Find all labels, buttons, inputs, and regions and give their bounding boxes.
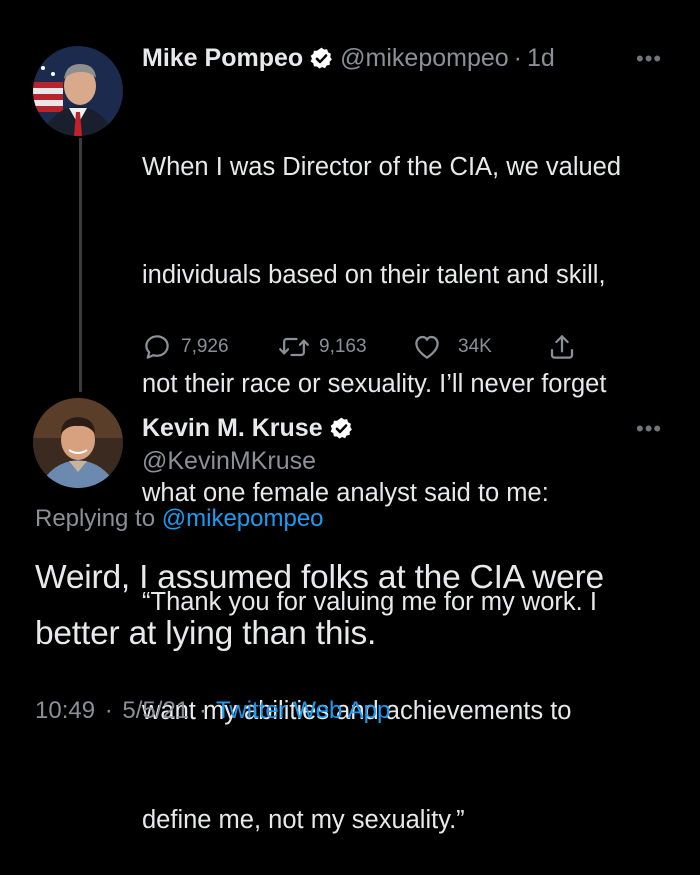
tweet2-name-row: Kevin M. Kruse bbox=[142, 410, 360, 446]
replying-to-line: Replying to @mikepompeo bbox=[35, 505, 324, 533]
tweet2-meta: 10:49 · 5/5/21 · Twitter Web App bbox=[35, 697, 390, 725]
replying-to-link[interactable]: @mikepompeo bbox=[162, 505, 324, 532]
retweet-count: 9,163 bbox=[319, 336, 367, 357]
tweet2-text-line: better at lying than this. bbox=[35, 615, 377, 652]
thread-connector-line bbox=[79, 138, 82, 392]
tweet1-text-line: not their race or sexuality. I’ll never … bbox=[142, 370, 607, 399]
avatar-photo bbox=[33, 46, 123, 136]
replying-prefix: Replying to bbox=[35, 505, 162, 532]
tweet1-age[interactable]: 1d bbox=[527, 44, 555, 73]
tweet2-text: Weird, I assumed folks at the CIA were b… bbox=[35, 550, 675, 662]
tweet1-action-bar: 7,926 9,163 34K bbox=[142, 330, 592, 364]
retweet-button[interactable]: 9,163 bbox=[278, 330, 367, 364]
like-button[interactable]: 34K bbox=[412, 330, 492, 364]
share-button[interactable] bbox=[547, 330, 577, 364]
like-icon bbox=[415, 335, 439, 359]
retweet-icon bbox=[279, 337, 309, 357]
tweet1-display-name[interactable]: Mike Pompeo bbox=[142, 44, 303, 73]
reply-icon bbox=[145, 335, 169, 359]
tweet2-handle[interactable]: @KevinMKruse bbox=[142, 447, 316, 476]
more-horizontal-icon[interactable]: ••• bbox=[636, 48, 662, 70]
like-count: 34K bbox=[458, 336, 492, 357]
tweet2-display-name[interactable]: Kevin M. Kruse bbox=[142, 414, 323, 443]
reply-count: 7,926 bbox=[181, 336, 229, 357]
meta-separator: · bbox=[198, 697, 207, 724]
tweet1-handle[interactable]: @mikepompeo bbox=[340, 44, 509, 73]
tweet1-separator: · bbox=[513, 43, 522, 72]
tweet1-text-line: individuals based on their talent and sk… bbox=[142, 261, 606, 290]
tweet2-text-line: Weird, I assumed folks at the CIA were bbox=[35, 559, 604, 596]
tweet2-time[interactable]: 10:49 bbox=[35, 697, 95, 724]
share-icon bbox=[550, 335, 574, 359]
avatar-mike-pompeo[interactable] bbox=[33, 46, 123, 136]
more-horizontal-icon[interactable]: ••• bbox=[636, 418, 662, 440]
meta-separator: · bbox=[104, 697, 113, 724]
reply-button[interactable]: 7,926 bbox=[142, 330, 229, 364]
avatar-kevin-kruse[interactable] bbox=[33, 398, 123, 488]
avatar-photo bbox=[33, 398, 123, 488]
verified-badge-icon bbox=[309, 46, 334, 71]
verified-badge-icon bbox=[329, 416, 354, 441]
tweet1-text-line: When I was Director of the CIA, we value… bbox=[142, 152, 622, 181]
tweet1-text-line: define me, not my sexuality.” bbox=[142, 805, 465, 834]
tweet2-source-link[interactable]: Twitter Web App bbox=[216, 697, 390, 724]
tweet2-date[interactable]: 5/5/21 bbox=[122, 697, 189, 724]
tweet1-header: Mike Pompeo @mikepompeo · 1d bbox=[142, 40, 555, 76]
